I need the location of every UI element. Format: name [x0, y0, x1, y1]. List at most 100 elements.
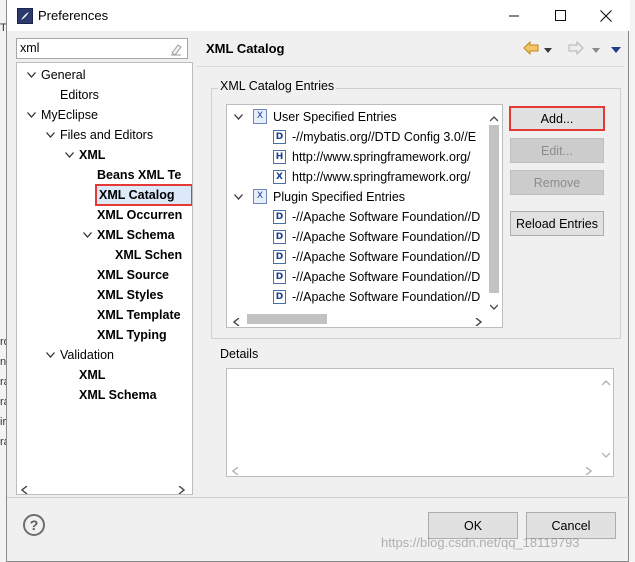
tree-item[interactable]: XML Styles	[95, 285, 163, 305]
details-vertical-scrollbar[interactable]	[598, 369, 614, 460]
tree-item[interactable]: MyEclipse	[39, 105, 98, 125]
catalog-entry-row[interactable]: -//Apache Software Foundation//D	[292, 287, 480, 307]
catalog-entry-label: -//Apache Software Foundation//D	[292, 230, 481, 244]
tree-item[interactable]: XML Source	[95, 265, 169, 285]
clear-filter-icon[interactable]	[169, 42, 183, 56]
details-text-area[interactable]	[226, 368, 614, 477]
scroll-right-icon[interactable]	[474, 315, 483, 327]
minimize-button[interactable]	[491, 0, 537, 31]
preference-tree[interactable]: General Editors MyEclipse Files and Editors…	[16, 62, 193, 495]
forward-menu-chevron-icon[interactable]	[592, 43, 600, 57]
catalog-entry-row[interactable]: -//Apache Software Foundation//D	[292, 267, 480, 287]
dtd-file-icon: D	[273, 210, 286, 224]
tree-item[interactable]: Beans XML Te	[95, 165, 181, 185]
catalog-entry-row[interactable]: http://www.springframework.org/	[292, 147, 471, 167]
catalog-entry-row[interactable]: -//Apache Software Foundation//D	[292, 207, 480, 227]
expand-chevron-icon[interactable]	[63, 145, 75, 165]
catalog-entry-row[interactable]: -//Apache Software Foundation//D	[292, 247, 480, 267]
scroll-right-icon[interactable]	[584, 464, 593, 478]
catalog-group-icon: X	[253, 189, 267, 204]
catalog-entries-label: XML Catalog Entries	[218, 79, 337, 93]
catalog-entry-row[interactable]: -//Apache Software Foundation//D	[292, 227, 480, 247]
tree-item[interactable]: XML Typing	[95, 325, 167, 345]
tree-item-label: Editors	[60, 88, 99, 102]
details-horizontal-scrollbar[interactable]	[227, 460, 598, 476]
scroll-left-icon[interactable]	[232, 315, 241, 327]
tree-item-label: XML Template	[97, 308, 181, 322]
catalog-entries-tree[interactable]: X User Specified Entries D -//mybatis.org//…	[226, 104, 503, 328]
catalog-horizontal-scrollbar[interactable]	[227, 311, 502, 327]
tree-item[interactable]: XML Schema	[77, 385, 157, 405]
scroll-left-icon[interactable]	[20, 483, 29, 494]
catalog-group-row[interactable]: User Specified Entries	[273, 107, 397, 127]
filter-input[interactable]: xml	[16, 38, 188, 59]
expand-chevron-icon[interactable]	[25, 105, 37, 125]
tree-horizontal-scrollbar[interactable]	[17, 479, 192, 494]
help-icon[interactable]: ?	[23, 514, 45, 536]
tree-item-label: XML Catalog	[99, 188, 175, 202]
vertical-scroll-thumb[interactable]	[489, 125, 499, 293]
filter-input-value: xml	[20, 41, 40, 55]
back-arrow-icon[interactable]	[523, 40, 539, 58]
close-button[interactable]	[583, 0, 629, 31]
eclipse-app-icon	[17, 8, 33, 24]
catalog-entry-label: User Specified Entries	[273, 110, 397, 124]
back-menu-chevron-icon[interactable]	[544, 43, 552, 57]
tree-item-selected[interactable]: XML Catalog	[95, 184, 192, 206]
horizontal-scroll-thumb[interactable]	[247, 314, 327, 324]
catalog-group-row[interactable]: Plugin Specified Entries	[273, 187, 405, 207]
tree-item-label: MyEclipse	[41, 108, 98, 122]
tree-item-label: XML	[79, 368, 106, 382]
scroll-up-icon[interactable]	[601, 375, 611, 389]
catalog-entry-label: -//Apache Software Foundation//D	[292, 250, 481, 264]
xsd-file-icon: X	[273, 170, 286, 184]
tree-item-label: XML Schema	[79, 388, 157, 402]
scroll-left-icon[interactable]	[231, 464, 240, 478]
scroll-up-icon[interactable]	[489, 111, 499, 125]
tree-item-label: General	[41, 68, 86, 82]
tree-item[interactable]: General	[39, 65, 85, 85]
page-title: XML Catalog	[206, 41, 285, 56]
button-bar-separator	[7, 497, 630, 498]
catalog-entry-label: http://www.springframework.org/	[292, 150, 471, 164]
expand-chevron-icon[interactable]	[81, 225, 93, 245]
title-bar[interactable]: Preferences	[7, 0, 630, 31]
scroll-right-icon[interactable]	[177, 483, 186, 494]
edit-button[interactable]: Edit...	[510, 138, 604, 163]
catalog-entry-label: -//Apache Software Foundation//D	[292, 270, 481, 284]
catalog-entry-label: -//Apache Software Foundation//D	[292, 290, 481, 304]
dtd-file-icon: D	[273, 230, 286, 244]
tree-item[interactable]: Editors	[58, 85, 99, 105]
dtd-file-icon: D	[273, 250, 286, 264]
catalog-vertical-scrollbar[interactable]	[486, 105, 502, 311]
catalog-entry-row[interactable]: http://www.springframework.org/	[292, 167, 471, 187]
window-title: Preferences	[38, 8, 109, 23]
expand-chevron-icon[interactable]	[232, 107, 244, 127]
tree-item[interactable]: XML Occurren	[95, 205, 182, 225]
expand-chevron-icon[interactable]	[232, 187, 244, 207]
tree-item-label: Validation	[60, 348, 114, 362]
maximize-button[interactable]	[537, 0, 583, 31]
tree-item-label: XML Typing	[97, 328, 167, 342]
remove-button[interactable]: Remove	[510, 170, 604, 195]
tree-item[interactable]: Files and Editors	[58, 125, 153, 145]
reload-entries-button[interactable]: Reload Entries	[510, 211, 604, 236]
catalog-entry-label: -//mybatis.org//DTD Config 3.0//E	[292, 130, 477, 144]
tree-item[interactable]: Validation	[58, 345, 114, 365]
view-menu-icon[interactable]	[611, 43, 621, 57]
add-button[interactable]: Add...	[509, 106, 605, 131]
catalog-entry-row[interactable]: -//mybatis.org//DTD Config 3.0//E	[292, 127, 476, 147]
catalog-entry-label: -//Apache Software Foundation//D	[292, 210, 481, 224]
tree-item-label: XML Schema	[97, 228, 175, 242]
tree-item[interactable]: XML Schema	[95, 225, 175, 245]
expand-chevron-icon[interactable]	[44, 125, 56, 145]
expand-chevron-icon[interactable]	[44, 345, 56, 365]
forward-arrow-icon[interactable]	[568, 40, 584, 58]
expand-chevron-icon[interactable]	[25, 65, 37, 85]
tree-item[interactable]: XML Schen	[113, 245, 182, 265]
tree-item[interactable]: XML Template	[95, 305, 181, 325]
details-label: Details	[220, 347, 259, 361]
tree-item[interactable]: XML	[77, 365, 105, 385]
scroll-down-icon[interactable]	[601, 447, 611, 461]
tree-item[interactable]: XML	[77, 145, 105, 165]
